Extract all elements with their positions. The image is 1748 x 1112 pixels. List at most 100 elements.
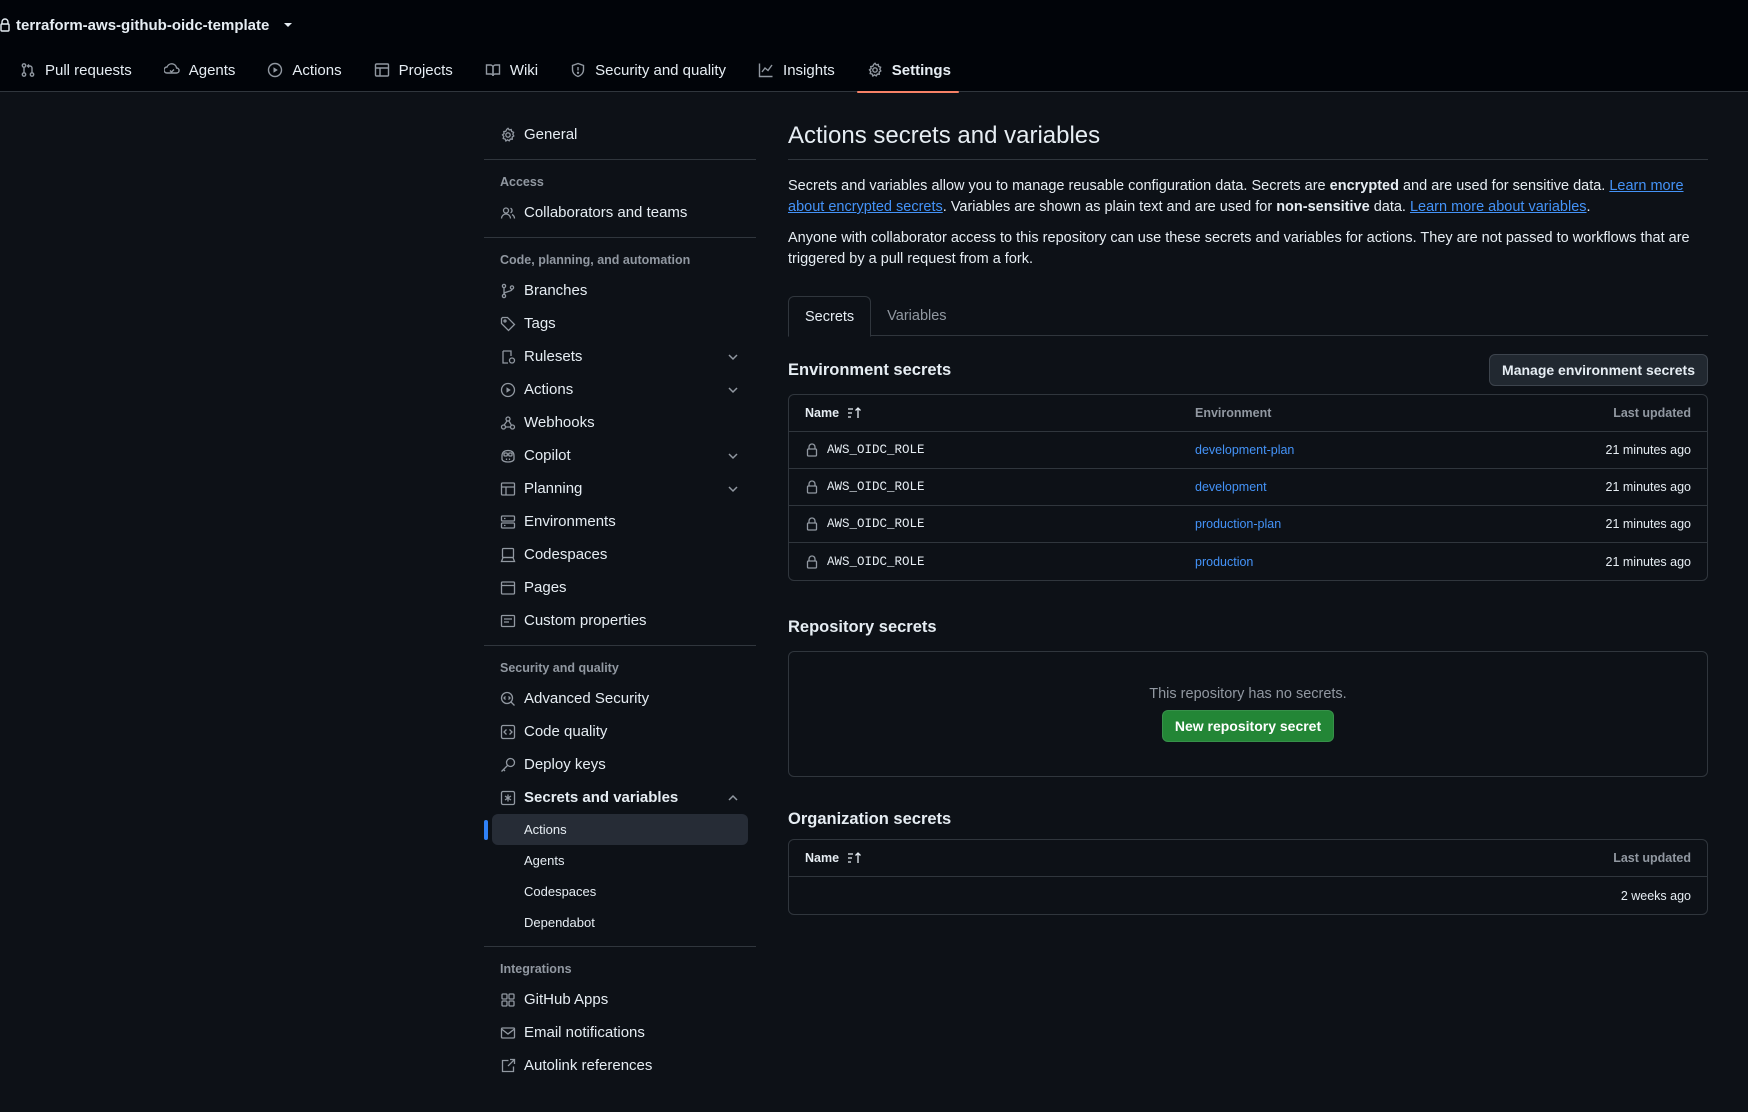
sidebar-item-label: Deploy keys xyxy=(524,756,606,773)
secret-name: AWS_OIDC_ROLE xyxy=(827,443,925,457)
sidebar-item-custom-properties[interactable]: Custom properties xyxy=(484,604,756,637)
sidebar-item-general[interactable]: General xyxy=(484,118,756,151)
sidebar-item-autolink-references[interactable]: Autolink references xyxy=(484,1049,756,1082)
table-row[interactable]: AWS_OIDC_ROLE production 21 minutes ago xyxy=(789,543,1707,580)
sidebar-subitem-agents[interactable]: Agents xyxy=(484,845,756,876)
sidebar-item-label: Code quality xyxy=(524,723,608,740)
repository-secrets-title: Repository secrets xyxy=(788,617,937,636)
chevron-up-icon[interactable] xyxy=(726,791,740,805)
sidebar-item-pages[interactable]: Pages xyxy=(484,571,756,604)
code-square-icon xyxy=(500,724,516,739)
table-row[interactable]: AWS_OIDC_ROLE development 21 minutes ago xyxy=(789,469,1707,506)
organization-secrets-header: Organization secrets xyxy=(788,807,1708,831)
secret-name: AWS_OIDC_ROLE xyxy=(827,554,925,569)
new-repository-secret-button[interactable]: New repository secret xyxy=(1161,710,1335,742)
sort-by-name[interactable]: Name xyxy=(805,406,1195,420)
environment-link[interactable]: development xyxy=(1195,480,1495,494)
chevron-down-icon[interactable] xyxy=(726,482,740,496)
graph-icon xyxy=(758,63,773,78)
last-updated: 21 minutes ago xyxy=(1605,443,1691,457)
settings-sidebar: General Access Collaborators and teams C… xyxy=(484,118,756,1082)
sidebar-item-planning[interactable]: Planning xyxy=(484,472,756,505)
column-name: Name xyxy=(805,406,840,420)
sort-ascending-icon xyxy=(848,852,862,863)
lock-icon xyxy=(0,18,10,32)
table-row[interactable]: AWS_OIDC_ROLE production-plan 21 minutes… xyxy=(789,506,1707,543)
repo-title[interactable]: terraform-aws-github-oidc-template xyxy=(0,14,293,36)
sidebar-item-codespaces[interactable]: Codespaces xyxy=(484,538,756,571)
secret-name: AWS_OIDC_ROLE xyxy=(827,480,925,494)
sidebar-item-label: Autolink references xyxy=(524,1057,653,1074)
tab-pull-requests[interactable]: Pull requests xyxy=(0,48,144,92)
sidebar-item-label: Custom properties xyxy=(524,612,647,629)
sidebar-item-tags[interactable]: Tags xyxy=(484,307,756,340)
lock-icon xyxy=(806,554,818,569)
sidebar-item-email-notifications[interactable]: Email notifications xyxy=(484,1016,756,1049)
codespaces-icon xyxy=(500,547,516,562)
sidebar-subitem-actions[interactable]: Actions xyxy=(484,814,748,845)
sidebar-item-deploy-keys[interactable]: Deploy keys xyxy=(484,748,756,781)
sidebar-item-webhooks[interactable]: Webhooks xyxy=(484,406,756,439)
ruleset-icon xyxy=(502,349,516,364)
tab-variables[interactable]: Variables xyxy=(871,296,962,336)
chevron-down-icon[interactable] xyxy=(726,350,740,364)
caret-down-icon[interactable] xyxy=(283,22,293,28)
sidebar-item-copilot[interactable]: Copilot xyxy=(484,439,756,472)
sidebar-item-actions[interactable]: Actions xyxy=(484,373,756,406)
description-text: data. xyxy=(1369,199,1410,215)
tab-wiki[interactable]: Wiki xyxy=(465,48,550,92)
sort-ascending-icon xyxy=(848,407,862,418)
sidebar-item-label: Webhooks xyxy=(524,414,595,431)
manage-environment-secrets-button[interactable]: Manage environment secrets xyxy=(1489,354,1708,386)
learn-more-variables-link[interactable]: Learn more about variables xyxy=(1410,199,1587,215)
sort-by-name[interactable]: Name xyxy=(805,851,1195,865)
repository-secrets-header: Repository secrets xyxy=(788,611,1708,643)
tab-actions[interactable]: Actions xyxy=(247,48,353,92)
sidebar-subitem-dependabot[interactable]: Dependabot xyxy=(484,907,756,938)
people-icon xyxy=(500,206,516,219)
environment-link[interactable]: development-plan xyxy=(1195,443,1495,457)
sidebar-item-advanced-security[interactable]: Advanced Security xyxy=(484,682,756,715)
gear-icon xyxy=(868,62,882,78)
tab-projects[interactable]: Projects xyxy=(354,48,465,92)
sidebar-item-code-quality[interactable]: Code quality xyxy=(484,715,756,748)
agent-icon xyxy=(163,63,180,74)
page-title: Actions secrets and variables xyxy=(788,118,1708,160)
tab-label: Settings xyxy=(891,61,951,79)
table-row[interactable]: 2 weeks ago xyxy=(789,877,1707,914)
description-text: and are used for sensitive data. xyxy=(1398,178,1610,194)
environment-link[interactable]: production-plan xyxy=(1195,517,1495,531)
description-bold-encrypted: encrypted xyxy=(1329,178,1399,194)
tab-secrets[interactable]: Secrets xyxy=(788,296,872,337)
table-row[interactable]: AWS_OIDC_ROLE development-plan 21 minute… xyxy=(789,432,1707,469)
secret-name: AWS_OIDC_ROLE xyxy=(827,517,925,531)
sidebar-item-github-apps[interactable]: GitHub Apps xyxy=(484,983,756,1016)
tab-insights[interactable]: Insights xyxy=(738,48,847,92)
sidebar-item-rulesets[interactable]: Rulesets xyxy=(484,340,756,373)
divider xyxy=(484,645,756,646)
sidebar-item-label: Codespaces xyxy=(524,884,597,899)
sidebar-item-branches[interactable]: Branches xyxy=(484,274,756,307)
sidebar-item-label: GitHub Apps xyxy=(524,991,609,1008)
tab-settings[interactable]: Settings xyxy=(847,48,963,93)
asterisk-icon xyxy=(500,790,516,805)
note-icon xyxy=(500,614,516,627)
tab-agents[interactable]: Agents xyxy=(144,48,248,92)
tab-label: Actions xyxy=(292,61,342,79)
sidebar-item-collaborators[interactable]: Collaborators and teams xyxy=(484,196,756,229)
repo-name[interactable]: terraform-aws-github-oidc-template xyxy=(16,17,269,34)
tab-label: Pull requests xyxy=(45,61,132,79)
sidebar-item-label: Pages xyxy=(524,579,567,596)
last-updated: 2 weeks ago xyxy=(1620,888,1691,903)
sidebar-item-label: Collaborators and teams xyxy=(524,204,688,221)
chevron-down-icon[interactable] xyxy=(726,383,740,397)
sidebar-item-environments[interactable]: Environments xyxy=(484,505,756,538)
tab-security-and-quality[interactable]: Security and quality xyxy=(550,48,738,92)
column-last-updated: Last updated xyxy=(1613,851,1691,865)
environment-link[interactable]: production xyxy=(1195,555,1495,569)
chevron-down-icon[interactable] xyxy=(726,449,740,463)
last-updated: 21 minutes ago xyxy=(1605,480,1691,494)
sidebar-subitem-codespaces[interactable]: Codespaces xyxy=(484,876,756,907)
sidebar-item-secrets-and-variables[interactable]: Secrets and variables xyxy=(484,781,756,814)
sidebar-item-label: Secrets and variables xyxy=(524,789,679,806)
